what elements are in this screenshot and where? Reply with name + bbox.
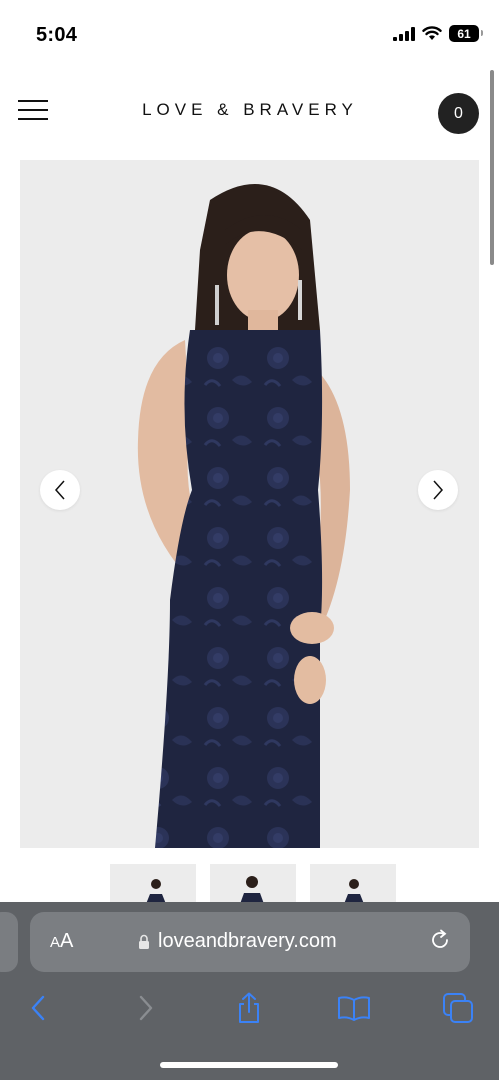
cart-count: 0: [454, 104, 463, 122]
page-scrollbar[interactable]: [490, 70, 494, 265]
thumbnail-1[interactable]: [110, 864, 196, 904]
cellular-signal-icon: [393, 26, 415, 41]
browser-toolbar: [0, 988, 499, 1028]
back-button[interactable]: [18, 988, 58, 1028]
wifi-icon: [422, 26, 442, 40]
carousel-next-button[interactable]: [418, 470, 458, 510]
bookmarks-button[interactable]: [334, 988, 374, 1028]
url-field[interactable]: loveandbravery.com: [138, 930, 337, 953]
forward-button[interactable]: [126, 988, 166, 1028]
back-icon: [31, 995, 45, 1021]
site-header: LOVE & BRAVERY 0: [0, 70, 499, 158]
reload-button[interactable]: [428, 928, 452, 957]
bookmarks-icon: [338, 996, 370, 1021]
previous-tab-peek[interactable]: [0, 912, 18, 972]
product-image-carousel[interactable]: [20, 160, 479, 848]
reload-icon: [432, 929, 448, 948]
cart-button[interactable]: 0: [438, 93, 479, 134]
lock-icon: [139, 934, 149, 949]
product-photo: [20, 160, 479, 848]
tabs-button[interactable]: [438, 988, 478, 1028]
battery-tip: [481, 30, 483, 36]
carousel-prev-button[interactable]: [40, 470, 80, 510]
chevron-right-icon: [433, 480, 444, 500]
battery-icon: 61: [449, 25, 483, 42]
battery-level: 61: [457, 26, 471, 41]
aa-button[interactable]: AA: [50, 930, 73, 953]
thumbnail-2[interactable]: [210, 864, 296, 904]
browser-bottom-bar: AA loveandbravery.com: [0, 902, 499, 1080]
status-icons: 61: [393, 25, 483, 42]
address-bar[interactable]: AA loveandbravery.com: [30, 912, 470, 972]
hamburger-menu-icon[interactable]: [18, 100, 50, 124]
thumbnail-strip: [110, 864, 396, 904]
forward-icon: [139, 995, 153, 1021]
chevron-left-icon: [54, 480, 65, 500]
brand-logo[interactable]: LOVE & BRAVERY: [120, 100, 380, 120]
share-button[interactable]: [229, 988, 269, 1028]
home-indicator[interactable]: [160, 1062, 338, 1068]
tabs-icon: [443, 993, 473, 1023]
status-bar: 5:04 61: [0, 0, 499, 70]
share-icon: [239, 992, 259, 1023]
url-text: loveandbravery.com: [158, 930, 337, 952]
status-time: 5:04: [36, 24, 78, 46]
thumbnail-3[interactable]: [310, 864, 396, 904]
